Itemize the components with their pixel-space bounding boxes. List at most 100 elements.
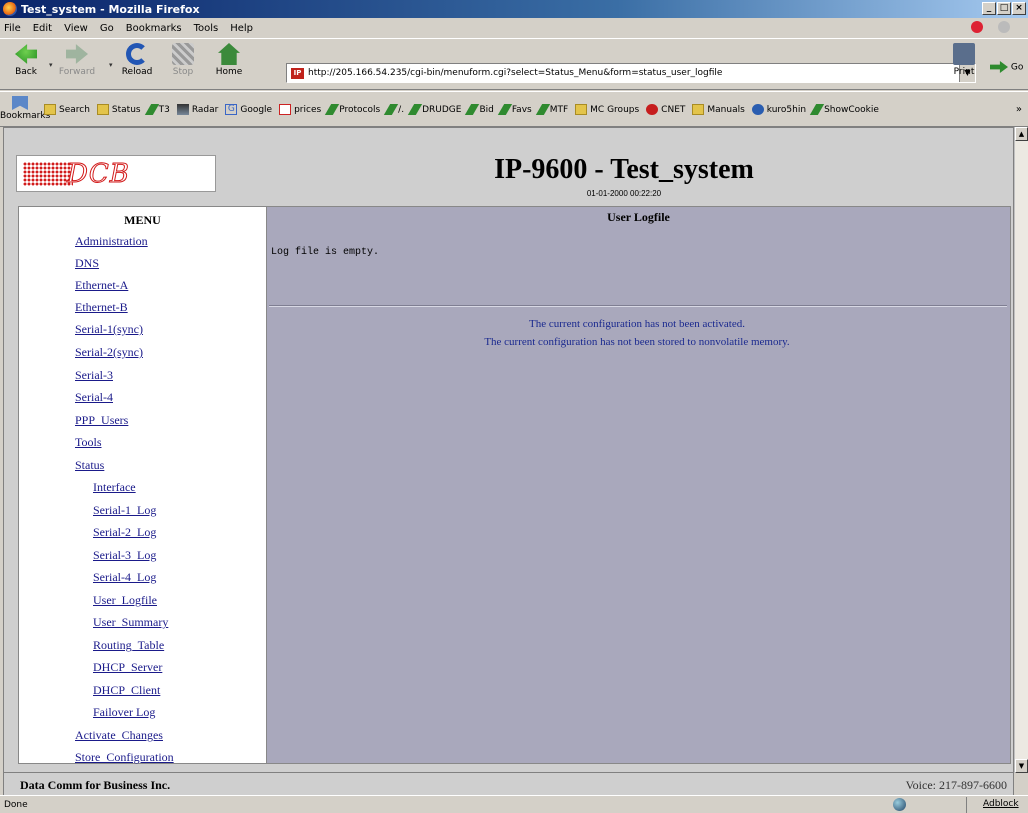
forward-dropdown-icon[interactable]: ▾ <box>109 61 113 69</box>
menu-link-serial-4[interactable]: Serial-4 <box>75 390 113 405</box>
menu-link-routing-table[interactable]: Routing_Table <box>93 638 164 653</box>
stop-button[interactable]: Stop <box>163 43 203 77</box>
bookmark-icon <box>465 104 480 115</box>
maximize-button[interactable]: □ <box>997 2 1011 15</box>
warning-not-activated: The current configuration has not been a… <box>529 318 745 330</box>
status-separator <box>966 797 967 813</box>
bookmark-bid[interactable]: Bid <box>465 104 494 115</box>
menu-link-interface[interactable]: Interface <box>93 480 136 495</box>
home-icon <box>218 43 240 65</box>
menu-file[interactable]: File <box>4 23 21 34</box>
minimize-button[interactable]: _ <box>982 2 996 15</box>
section-divider <box>269 305 1007 307</box>
bookmark-showcookie[interactable]: ShowCookie <box>809 104 879 115</box>
menu-bookmarks[interactable]: Bookmarks <box>126 23 182 34</box>
scroll-up-arrow-icon[interactable]: ▲ <box>1015 127 1028 141</box>
page-content: DCB IP-9600 - Test_system 01-01-2000 00:… <box>3 127 1014 773</box>
bookmark-label: CNET <box>661 104 686 115</box>
bookmark-protocols[interactable]: Protocols <box>325 104 380 115</box>
bookmark-label: Google <box>240 104 273 115</box>
menu-link-administration[interactable]: Administration <box>75 234 148 249</box>
menu-help[interactable]: Help <box>230 23 253 34</box>
bookmark-status[interactable]: Status <box>96 104 141 115</box>
menu-link-status[interactable]: Status <box>75 458 104 473</box>
menu-link-failover-log[interactable]: Failover Log <box>93 705 155 720</box>
go-label: Go <box>1010 62 1024 73</box>
stop-label: Stop <box>172 67 194 77</box>
menu-link-serial-3[interactable]: Serial-3 <box>75 368 113 383</box>
bookmarks-menu-button[interactable]: Bookmarks <box>0 96 50 121</box>
bookmark-manuals[interactable]: Manuals <box>692 104 745 115</box>
adblock-status-link[interactable]: Adblock <box>983 799 1019 809</box>
menu-link-ethernet-a[interactable]: Ethernet-A <box>75 278 128 293</box>
pdf-icon <box>279 104 292 115</box>
url-text[interactable]: http://205.166.54.235/cgi-bin/menuform.c… <box>308 68 722 78</box>
url-bar[interactable]: IP http://205.166.54.235/cgi-bin/menufor… <box>286 63 976 83</box>
menu-link-serial-1-log[interactable]: Serial-1_Log <box>93 503 156 518</box>
menu-link-user-logfile[interactable]: User_Logfile <box>93 593 157 608</box>
home-button[interactable]: Home <box>209 43 249 77</box>
menu-link-store-configuration[interactable]: Store_Configuration <box>75 750 174 765</box>
bookmark-radar[interactable]: Radar <box>176 104 218 115</box>
bookmark-label: DRUDGE <box>422 104 462 115</box>
menu-view[interactable]: View <box>64 23 88 34</box>
page-vertical-scrollbar[interactable]: ▲ ▼ <box>1014 127 1028 773</box>
logo-text: DCB <box>67 158 130 189</box>
dcb-logo: DCB <box>16 155 216 192</box>
menu-link-dhcp-client[interactable]: DHCP_Client <box>93 683 160 698</box>
bookmark-kuro5hin[interactable]: kuro5hin <box>751 104 806 115</box>
navigation-toolbar: Back ▾ Forward ▾ Reload Stop Home IP htt… <box>0 38 1028 90</box>
bookmark-drudge[interactable]: DRUDGE <box>407 104 462 115</box>
menu-link-dhcp-server[interactable]: DHCP_Server <box>93 660 162 675</box>
bookmark-t3[interactable]: T3 <box>144 104 170 115</box>
forward-button[interactable]: Forward <box>57 43 97 77</box>
menu-link-serial-2-log[interactable]: Serial-2_Log <box>93 525 156 540</box>
bookmarks-star-icon <box>12 96 28 110</box>
bookmark-prices[interactable]: prices <box>279 104 321 115</box>
close-button[interactable]: × <box>1012 2 1026 15</box>
page-footer: Data Comm for Business Inc. Voice: 217-8… <box>3 773 1014 795</box>
side-menu: MENU Administration DNS Ethernet-A Ether… <box>18 206 267 764</box>
menu-go[interactable]: Go <box>100 23 114 34</box>
bookmark-label: prices <box>294 104 322 115</box>
menu-link-activate-changes[interactable]: Activate_Changes <box>75 728 163 743</box>
menu-link-dns[interactable]: DNS <box>75 256 99 271</box>
menu-link-tools[interactable]: Tools <box>75 435 102 450</box>
menu-link-serial-3-log[interactable]: Serial-3_Log <box>93 548 156 563</box>
bookmark-favs[interactable]: Favs <box>497 104 532 115</box>
menu-tools[interactable]: Tools <box>194 23 219 34</box>
menu-link-serial-4-log[interactable]: Serial-4_Log <box>93 570 156 585</box>
window-title-bar: Test_system - Mozilla Firefox _ □ × <box>0 0 1028 18</box>
reload-button[interactable]: Reload <box>117 43 157 77</box>
voice-phone: Voice: 217-897-6600 <box>905 778 1007 792</box>
bookmark-label: /. <box>398 104 405 115</box>
scroll-down-arrow-icon[interactable]: ▼ <box>1015 759 1028 773</box>
cnet-icon <box>646 104 659 115</box>
menu-title: MENU <box>124 213 161 227</box>
stop-icon <box>172 43 194 65</box>
bookmarks-overflow-chevron-icon[interactable]: » <box>1016 104 1022 115</box>
stop-indicator-icon <box>971 21 983 33</box>
radar-icon <box>176 104 189 115</box>
bookmark-mtf[interactable]: MTF <box>535 104 568 115</box>
menu-edit[interactable]: Edit <box>33 23 52 34</box>
bookmark-label: Search <box>59 104 90 115</box>
print-button[interactable]: Print <box>944 43 984 77</box>
go-button[interactable]: Go <box>990 61 1023 73</box>
back-dropdown-icon[interactable]: ▾ <box>49 61 53 69</box>
home-label: Home <box>215 67 243 77</box>
bookmark-label: Status <box>111 104 141 115</box>
firefox-icon <box>3 2 17 16</box>
menu-link-ppp-users[interactable]: PPP_Users <box>75 413 128 428</box>
bookmark-mc-groups[interactable]: MC Groups <box>575 104 639 115</box>
menu-link-serial-2[interactable]: Serial-2(sync) <box>75 345 143 360</box>
bookmark-google[interactable]: G Google <box>225 104 272 115</box>
menu-link-user-summary[interactable]: User_Summary <box>93 615 168 630</box>
menu-link-ethernet-b[interactable]: Ethernet-B <box>75 300 128 315</box>
bookmark-slashdot[interactable]: /. <box>383 104 405 115</box>
bookmark-search[interactable]: Search <box>44 104 90 115</box>
menu-link-serial-1[interactable]: Serial-1(sync) <box>75 322 143 337</box>
back-button[interactable]: Back <box>6 43 46 77</box>
kuro5hin-icon <box>751 104 764 115</box>
bookmark-cnet[interactable]: CNET <box>646 104 685 115</box>
